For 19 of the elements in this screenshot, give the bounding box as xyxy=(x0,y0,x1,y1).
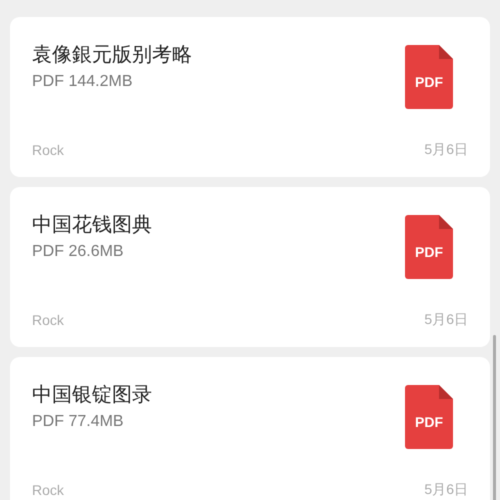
file-size: PDF 26.6MB xyxy=(32,243,125,261)
pdf-file-icon: PDF xyxy=(405,215,453,279)
file-title: 中国银锭图录 xyxy=(32,381,152,407)
file-card[interactable]: 中国银锭图录 PDF 77.4MB PDF Rock 5月6日 xyxy=(10,357,490,500)
file-size: PDF 77.4MB xyxy=(32,413,125,431)
file-date: 5月6日 xyxy=(424,311,468,329)
file-card[interactable]: 中国花钱图典 PDF 26.6MB PDF Rock 5月6日 xyxy=(10,187,490,347)
pdf-file-icon: PDF xyxy=(405,45,453,109)
file-size: PDF 144.2MB xyxy=(32,73,134,91)
scrollbar[interactable] xyxy=(493,335,496,500)
file-date: 5月6日 xyxy=(424,481,468,499)
file-title: 袁像銀元版别考略 xyxy=(32,41,192,67)
file-date: 5月6日 xyxy=(424,141,468,159)
pdf-file-icon: PDF xyxy=(405,385,453,449)
owner-name: Rock xyxy=(32,482,64,498)
file-card[interactable]: 袁像銀元版别考略 PDF 144.2MB PDF Rock 5月6日 xyxy=(10,17,490,177)
owner-name: Rock xyxy=(32,312,64,328)
owner-name: Rock xyxy=(32,142,64,158)
file-title: 中国花钱图典 xyxy=(32,211,152,237)
